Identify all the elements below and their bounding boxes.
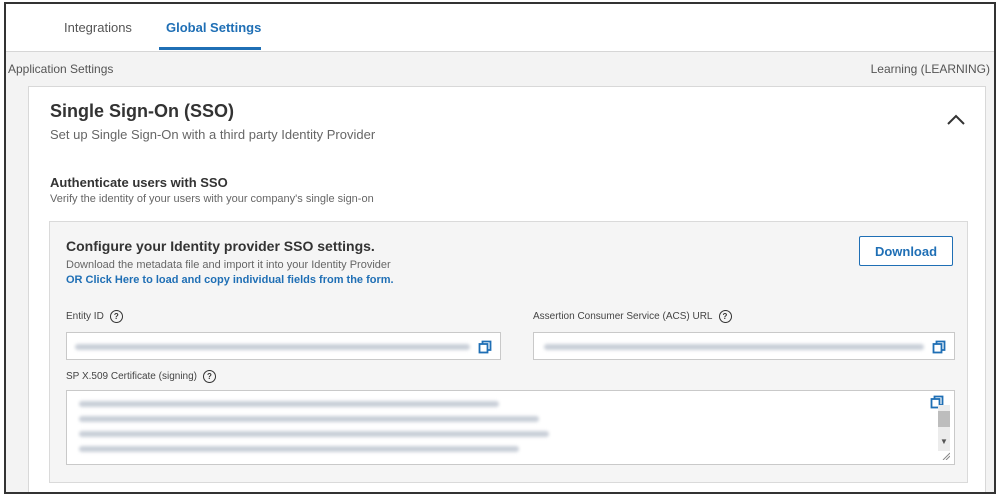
certificate-textarea[interactable]: ▼ (66, 390, 955, 465)
app-window: Integrations Global Settings Application… (4, 2, 996, 494)
download-button[interactable]: Download (859, 236, 953, 266)
help-icon[interactable]: ? (109, 310, 123, 323)
copy-icon[interactable] (932, 340, 946, 354)
chevron-up-icon[interactable] (945, 109, 967, 131)
load-fields-link[interactable]: OR Click Here to load and copy individua… (66, 274, 394, 286)
help-icon[interactable]: ? (203, 370, 216, 383)
config-title: Configure your Identity provider SSO set… (66, 238, 375, 254)
auth-title: Authenticate users with SSO (50, 175, 228, 190)
idp-config-panel: Configure your Identity provider SSO set… (49, 221, 968, 483)
config-subtitle: Download the metadata file and import it… (66, 259, 391, 271)
certificate-label-text: SP X.509 Certificate (signing) (66, 371, 197, 382)
entity-id-label-text: Entity ID (66, 311, 104, 322)
entity-id-label: Entity ID ? (66, 310, 123, 323)
entity-id-field[interactable] (66, 332, 501, 360)
copy-icon[interactable] (478, 340, 492, 354)
certificate-line-redacted (79, 401, 499, 407)
certificate-scrollbar[interactable]: ▼ (938, 405, 950, 451)
sso-card: Single Sign-On (SSO) Set up Single Sign-… (28, 86, 986, 492)
help-icon[interactable]: ? (718, 310, 732, 323)
certificate-line-redacted (79, 431, 549, 437)
active-tab-indicator (159, 47, 261, 50)
tab-global-settings[interactable]: Global Settings (166, 20, 261, 35)
tab-integrations[interactable]: Integrations (64, 20, 132, 35)
scrollbar-thumb[interactable] (938, 411, 950, 427)
entity-id-value-redacted (75, 344, 470, 350)
resize-handle-icon[interactable] (942, 452, 950, 460)
scroll-down-icon[interactable]: ▼ (940, 437, 948, 446)
section-label: Application Settings (8, 62, 114, 76)
acs-url-label: Assertion Consumer Service (ACS) URL ? (533, 310, 732, 323)
certificate-line-redacted (79, 446, 519, 452)
certificate-line-redacted (79, 416, 539, 422)
acs-url-label-text: Assertion Consumer Service (ACS) URL (533, 311, 713, 322)
environment-label: Learning (LEARNING) (870, 62, 990, 76)
sso-subtitle: Set up Single Sign-On with a third party… (50, 127, 376, 142)
certificate-label: SP X.509 Certificate (signing) ? (66, 370, 216, 383)
sso-title: Single Sign-On (SSO) (50, 101, 234, 121)
auth-subtitle: Verify the identity of your users with y… (50, 193, 374, 205)
acs-url-value-redacted (544, 344, 924, 350)
tab-bar: Integrations Global Settings (6, 4, 994, 52)
acs-url-field[interactable] (533, 332, 955, 360)
